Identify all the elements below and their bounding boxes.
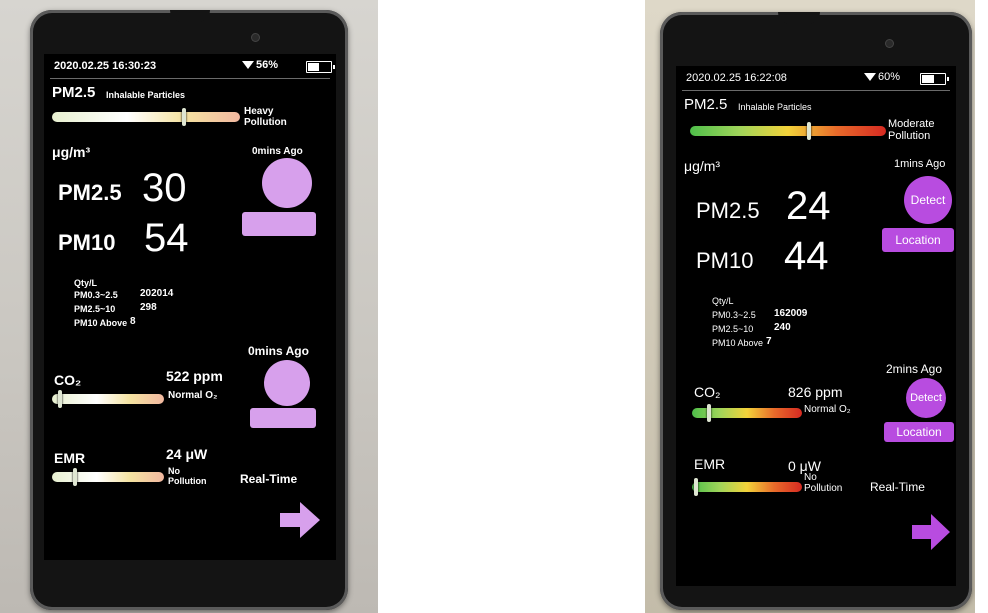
qty-row-label: PM0.3~2.5 (74, 290, 118, 300)
qty-row-value: 162009 (774, 308, 808, 319)
pm-gauge-knob (182, 108, 186, 126)
emr-level-text: No Pollution (168, 466, 207, 486)
pm-header: PM2.5 (52, 84, 96, 101)
co2-ago: 2mins Ago (886, 362, 943, 376)
pm-header: PM2.5 (684, 96, 728, 113)
phone-right: 2020.02.25 16:22:08 60% PM2.5 Inhalable … (660, 12, 972, 610)
qty-title: Qty/L (74, 278, 98, 288)
pm-unit: μg/m³ (684, 158, 721, 174)
co2-gauge (52, 390, 164, 408)
wifi-icon (242, 61, 254, 70)
pm-level-text: Moderate Pollution (888, 118, 935, 142)
phone-left: 2020.02.25 16:30:23 56% PM2.5 Inhalable … (30, 10, 348, 610)
pm-ago: 1mins Ago (894, 158, 946, 170)
emr-label: EMR (54, 450, 86, 466)
pm-header-sub: Inhalable Particles (106, 90, 186, 100)
qty-row-label: PM0.3~2.5 (712, 310, 756, 320)
battery-icon (306, 61, 335, 73)
pm10-label: PM10 (696, 248, 754, 273)
battery-percent: 60% (878, 71, 901, 83)
status-right: 56% (242, 59, 278, 71)
qty-row-value: 8 (130, 316, 136, 327)
co2-gauge (692, 404, 802, 422)
status-datetime: 2020.02.25 16:30:23 (54, 60, 157, 72)
photo-right: 2020.02.25 16:22:08 60% PM2.5 Inhalable … (645, 0, 975, 613)
co2-gauge-knob (58, 390, 62, 408)
co2-location-button[interactable] (250, 408, 316, 428)
co2-label: CO₂ (54, 372, 82, 388)
emr-gauge (692, 478, 802, 496)
emr-value: 24 μW (166, 446, 208, 462)
co2-value: 522 ppm (166, 368, 223, 384)
pm-detect-button[interactable]: Detect (904, 176, 952, 224)
pm-gauge (690, 122, 886, 140)
status-datetime: 2020.02.25 16:22:08 (686, 72, 787, 84)
pm25-label: PM2.5 (696, 198, 760, 223)
pm-unit: μg/m³ (52, 144, 91, 160)
notch (778, 12, 820, 24)
pm25-value: 30 (142, 166, 187, 210)
emr-gauge-knob (694, 478, 698, 496)
emr-label: EMR (694, 456, 726, 472)
co2-level-text: Normal O₂ (168, 390, 218, 401)
arrow-right-icon[interactable] (912, 514, 950, 550)
realtime-label: Real-Time (240, 472, 298, 486)
notch (170, 10, 210, 22)
photo-left: 2020.02.25 16:30:23 56% PM2.5 Inhalable … (0, 0, 378, 613)
co2-label: CO₂ (694, 384, 721, 400)
status-right: 60% (864, 71, 900, 83)
arrow-right-icon[interactable] (280, 502, 320, 538)
status-divider (682, 90, 950, 91)
qty-row-value: 202014 (140, 288, 174, 299)
pm-detect-button[interactable] (262, 158, 312, 208)
co2-ago: 0mins Ago (248, 344, 309, 358)
screen-right: 2020.02.25 16:22:08 60% PM2.5 Inhalable … (676, 66, 956, 586)
co2-detect-button[interactable]: Detect (906, 378, 946, 418)
qty-row-value: 240 (774, 322, 791, 333)
pm-header-sub: Inhalable Particles (738, 102, 812, 112)
battery-tip (947, 77, 949, 81)
qty-row-value: 298 (140, 302, 157, 313)
qty-row-label: PM10 Above (712, 338, 764, 348)
pm-gauge-knob (807, 122, 811, 140)
pm10-label: PM10 (58, 230, 116, 255)
qty-row-label: PM2.5~10 (712, 324, 754, 334)
pm-location-button[interactable] (242, 212, 316, 236)
camera-icon (886, 40, 893, 47)
qty-row-label: PM10 Above (74, 318, 128, 328)
camera-icon (252, 34, 259, 41)
emr-gauge-knob (73, 468, 77, 486)
qty-row-label: PM2.5~10 (74, 304, 116, 314)
pm25-label: PM2.5 (58, 180, 122, 205)
co2-gauge-knob (707, 404, 711, 422)
realtime-label: Real-Time (870, 480, 925, 494)
pm-level-text: Heavy Pollution (244, 106, 287, 128)
emr-level-text: No Pollution (804, 472, 843, 494)
screen-left: 2020.02.25 16:30:23 56% PM2.5 Inhalable … (44, 54, 336, 560)
co2-detect-button[interactable] (264, 360, 310, 406)
pm-location-button[interactable]: Location (882, 228, 954, 252)
co2-value: 826 ppm (788, 384, 843, 400)
co2-level-text: Normal O₂ (804, 404, 851, 415)
wifi-icon (864, 73, 876, 82)
battery-percent: 56% (256, 59, 279, 71)
battery-icon (920, 73, 949, 85)
battery-fill (308, 63, 319, 71)
co2-location-button[interactable]: Location (884, 422, 954, 442)
qty-row-value: 7 (766, 336, 772, 347)
battery-fill (922, 75, 934, 83)
pm-ago: 0mins Ago (252, 146, 303, 157)
qty-title: Qty/L (712, 296, 734, 306)
status-divider (50, 78, 330, 79)
pm25-value: 24 (786, 184, 831, 228)
pm10-value: 54 (144, 216, 189, 260)
battery-tip (333, 65, 335, 69)
emr-gauge (52, 468, 164, 486)
pm-gauge (52, 108, 240, 126)
pm10-value: 44 (784, 234, 829, 278)
